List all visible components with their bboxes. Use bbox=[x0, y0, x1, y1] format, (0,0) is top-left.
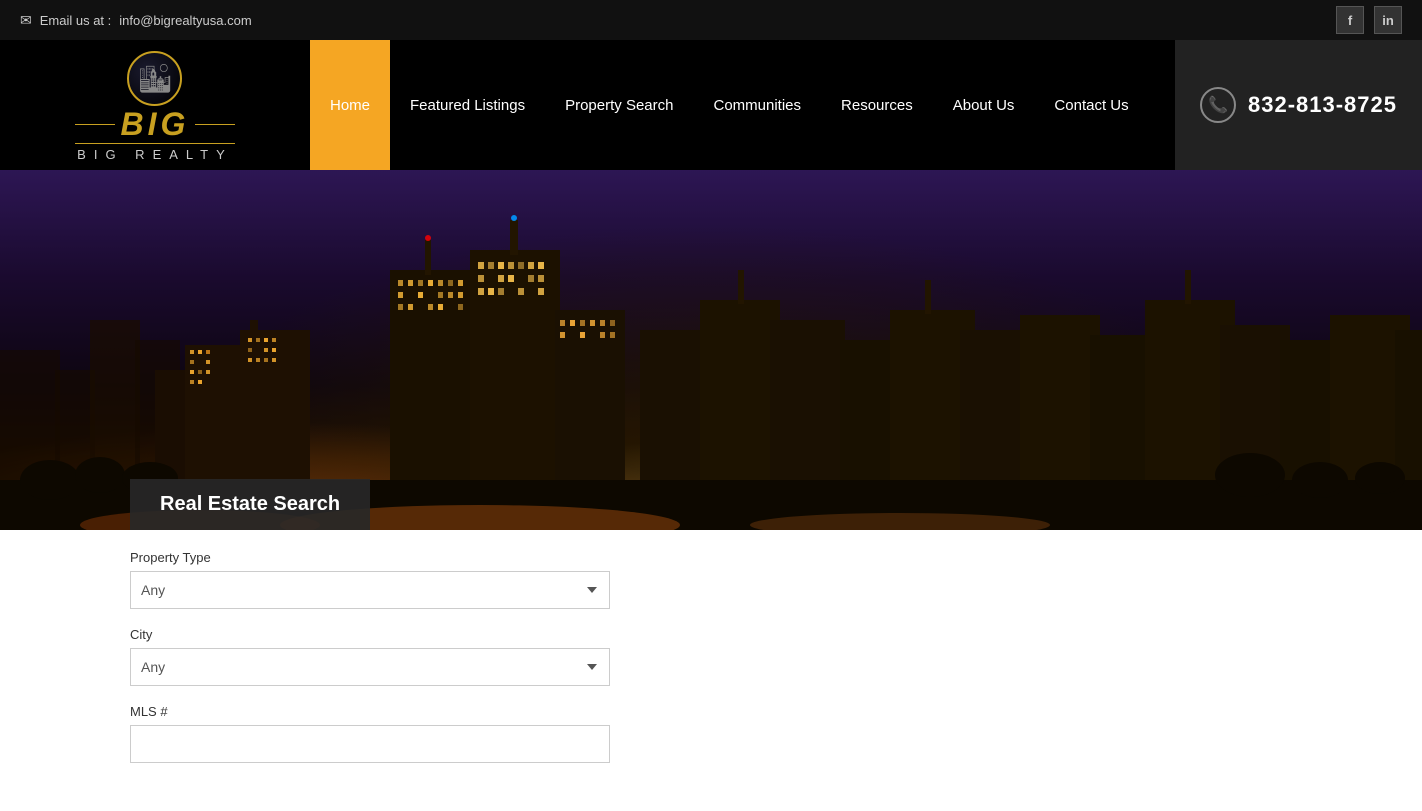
logo-underline bbox=[75, 143, 235, 144]
form-area: Property Type Any House Condo Townhouse … bbox=[0, 530, 1422, 811]
email-address[interactable]: info@bigrealtyusa.com bbox=[119, 13, 251, 28]
nav-item-communities[interactable]: Communities bbox=[693, 40, 821, 170]
facebook-icon[interactable]: f bbox=[1336, 6, 1364, 34]
logo: 🏙 BIG Big Realty bbox=[75, 48, 236, 162]
logo-globe-container: 🏙 bbox=[125, 48, 185, 108]
nav-item-home[interactable]: Home bbox=[310, 40, 390, 170]
nav-link-property-search[interactable]: Property Search bbox=[545, 40, 693, 170]
nav-link-communities[interactable]: Communities bbox=[693, 40, 821, 170]
main-nav: Home Featured Listings Property Search C… bbox=[310, 40, 1422, 170]
top-bar-email: ✉ Email us at : info@bigrealtyusa.com bbox=[20, 12, 252, 29]
search-tab-label: Real Estate Search bbox=[130, 479, 370, 530]
mls-label: MLS # bbox=[130, 704, 1292, 719]
nav-item-featured[interactable]: Featured Listings bbox=[390, 40, 545, 170]
nav-item-resources[interactable]: Resources bbox=[821, 40, 933, 170]
logo-line-left bbox=[75, 124, 115, 125]
phone-area: 📞 832-813-8725 bbox=[1175, 40, 1422, 170]
nav-link-contact[interactable]: Contact Us bbox=[1034, 40, 1148, 170]
phone-icon: 📞 bbox=[1200, 87, 1236, 123]
hero-section: Real Estate Search bbox=[0, 170, 1422, 530]
email-icon: ✉ bbox=[20, 12, 32, 29]
social-links: f in bbox=[1336, 6, 1402, 34]
logo-area[interactable]: 🏙 BIG Big Realty bbox=[0, 40, 310, 170]
nav-link-featured[interactable]: Featured Listings bbox=[390, 40, 545, 170]
nav-item-about[interactable]: About Us bbox=[933, 40, 1035, 170]
nav-link-about[interactable]: About Us bbox=[933, 40, 1035, 170]
city-group: City Any Houston Dallas Austin San Anton… bbox=[130, 627, 1292, 686]
property-type-group: Property Type Any House Condo Townhouse … bbox=[130, 550, 1292, 609]
property-type-select[interactable]: Any House Condo Townhouse Land Commercia… bbox=[130, 571, 610, 609]
search-section: Real Estate Search bbox=[0, 479, 1422, 530]
globe-icon: 🏙 bbox=[127, 51, 182, 106]
nav-item-contact[interactable]: Contact Us bbox=[1034, 40, 1148, 170]
city-label: City bbox=[130, 627, 1292, 642]
header: 🏙 BIG Big Realty Home Featured Listings … bbox=[0, 40, 1422, 170]
email-prefix: Email us at : bbox=[40, 13, 112, 28]
logo-line-right bbox=[195, 124, 235, 125]
nav-item-property-search[interactable]: Property Search bbox=[545, 40, 693, 170]
phone-number[interactable]: 832-813-8725 bbox=[1248, 92, 1397, 118]
top-bar: ✉ Email us at : info@bigrealtyusa.com f … bbox=[0, 0, 1422, 40]
nav-link-home[interactable]: Home bbox=[310, 40, 390, 170]
linkedin-icon[interactable]: in bbox=[1374, 6, 1402, 34]
city-skyline-svg bbox=[0, 170, 1422, 530]
logo-big-text: BIG bbox=[121, 108, 190, 140]
nav-menu: Home Featured Listings Property Search C… bbox=[310, 40, 1175, 170]
logo-realty-text: Big Realty bbox=[77, 147, 233, 162]
property-type-label: Property Type bbox=[130, 550, 1292, 565]
city-select[interactable]: Any Houston Dallas Austin San Antonio bbox=[130, 648, 610, 686]
mls-group: MLS # bbox=[130, 704, 1292, 763]
mls-input[interactable] bbox=[130, 725, 610, 763]
nav-link-resources[interactable]: Resources bbox=[821, 40, 933, 170]
